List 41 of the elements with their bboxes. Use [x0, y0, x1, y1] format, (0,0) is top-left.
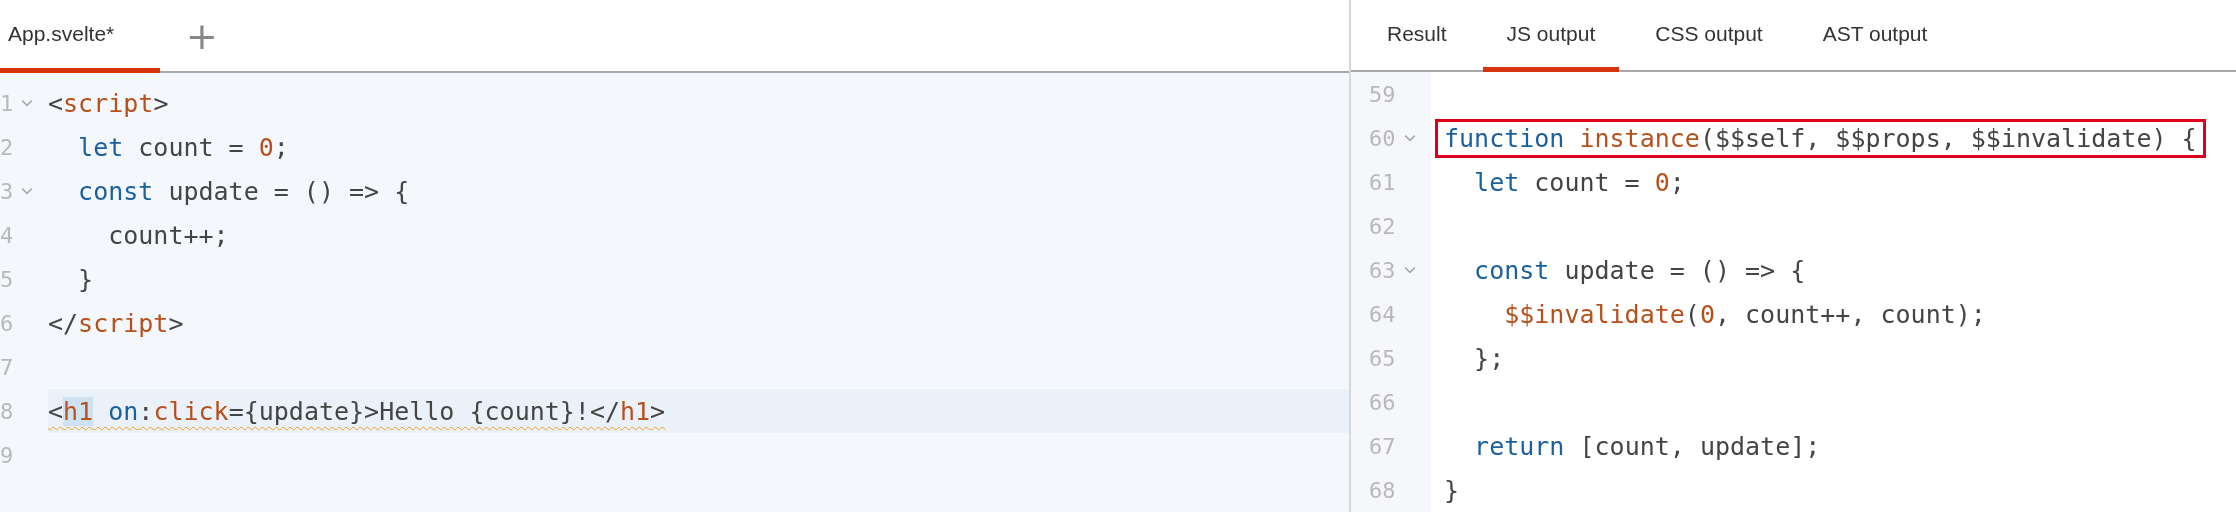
code-line: }: [77, 264, 94, 294]
code-line: count++;: [107, 220, 229, 250]
code-line: const update = () => {: [1473, 255, 1806, 285]
line-number: 5: [0, 266, 14, 292]
output-tab[interactable]: CSS output: [1631, 0, 1787, 72]
line-number: 8: [0, 398, 14, 424]
code-line: let count = 0;: [77, 132, 289, 162]
fold-chevron-icon[interactable]: [21, 186, 34, 196]
code-line: const update = () => {: [77, 176, 410, 206]
line-number: 68: [1369, 477, 1396, 503]
line-number: 2: [0, 134, 14, 160]
code-line: <script>: [48, 88, 169, 118]
line-number: 62: [1369, 213, 1396, 239]
line-number: 7: [0, 354, 14, 380]
code-line: return [count, update];: [1473, 431, 1821, 461]
line-number: 66: [1369, 389, 1396, 415]
line-number: 9: [0, 442, 14, 468]
output-tab[interactable]: Result: [1363, 0, 1471, 72]
fold-chevron-icon[interactable]: [21, 98, 34, 108]
line-number: 60: [1369, 125, 1396, 151]
line-number: 3: [0, 178, 14, 204]
line-number: 4: [0, 222, 14, 248]
line-number: 63: [1369, 257, 1396, 283]
code-line: <h1 on:click={update}>Hello {count}!</h1>: [48, 396, 666, 426]
code-line: let count = 0;: [1473, 167, 1685, 197]
line-number: 6: [0, 310, 14, 336]
line-number: 61: [1369, 169, 1396, 195]
line-number: 64: [1369, 301, 1396, 327]
code-line: $$invalidate(0, count++, count);: [1503, 299, 1986, 329]
code-line: }: [1443, 475, 1460, 505]
line-number: 1: [0, 90, 14, 116]
fold-chevron-icon[interactable]: [1403, 133, 1416, 143]
fold-chevron-icon[interactable]: [1403, 265, 1416, 275]
line-number: 65: [1369, 345, 1396, 371]
line-number: 59: [1369, 81, 1396, 107]
line-number: 67: [1369, 433, 1396, 459]
code-line: function instance($$self, $$props, $$invalidate) {: [1444, 123, 2197, 153]
code-line: };: [1473, 343, 1505, 373]
output-tab[interactable]: AST output: [1798, 0, 1952, 72]
code-line: </script>: [48, 308, 184, 338]
add-tab-button[interactable]: +: [172, 0, 232, 71]
